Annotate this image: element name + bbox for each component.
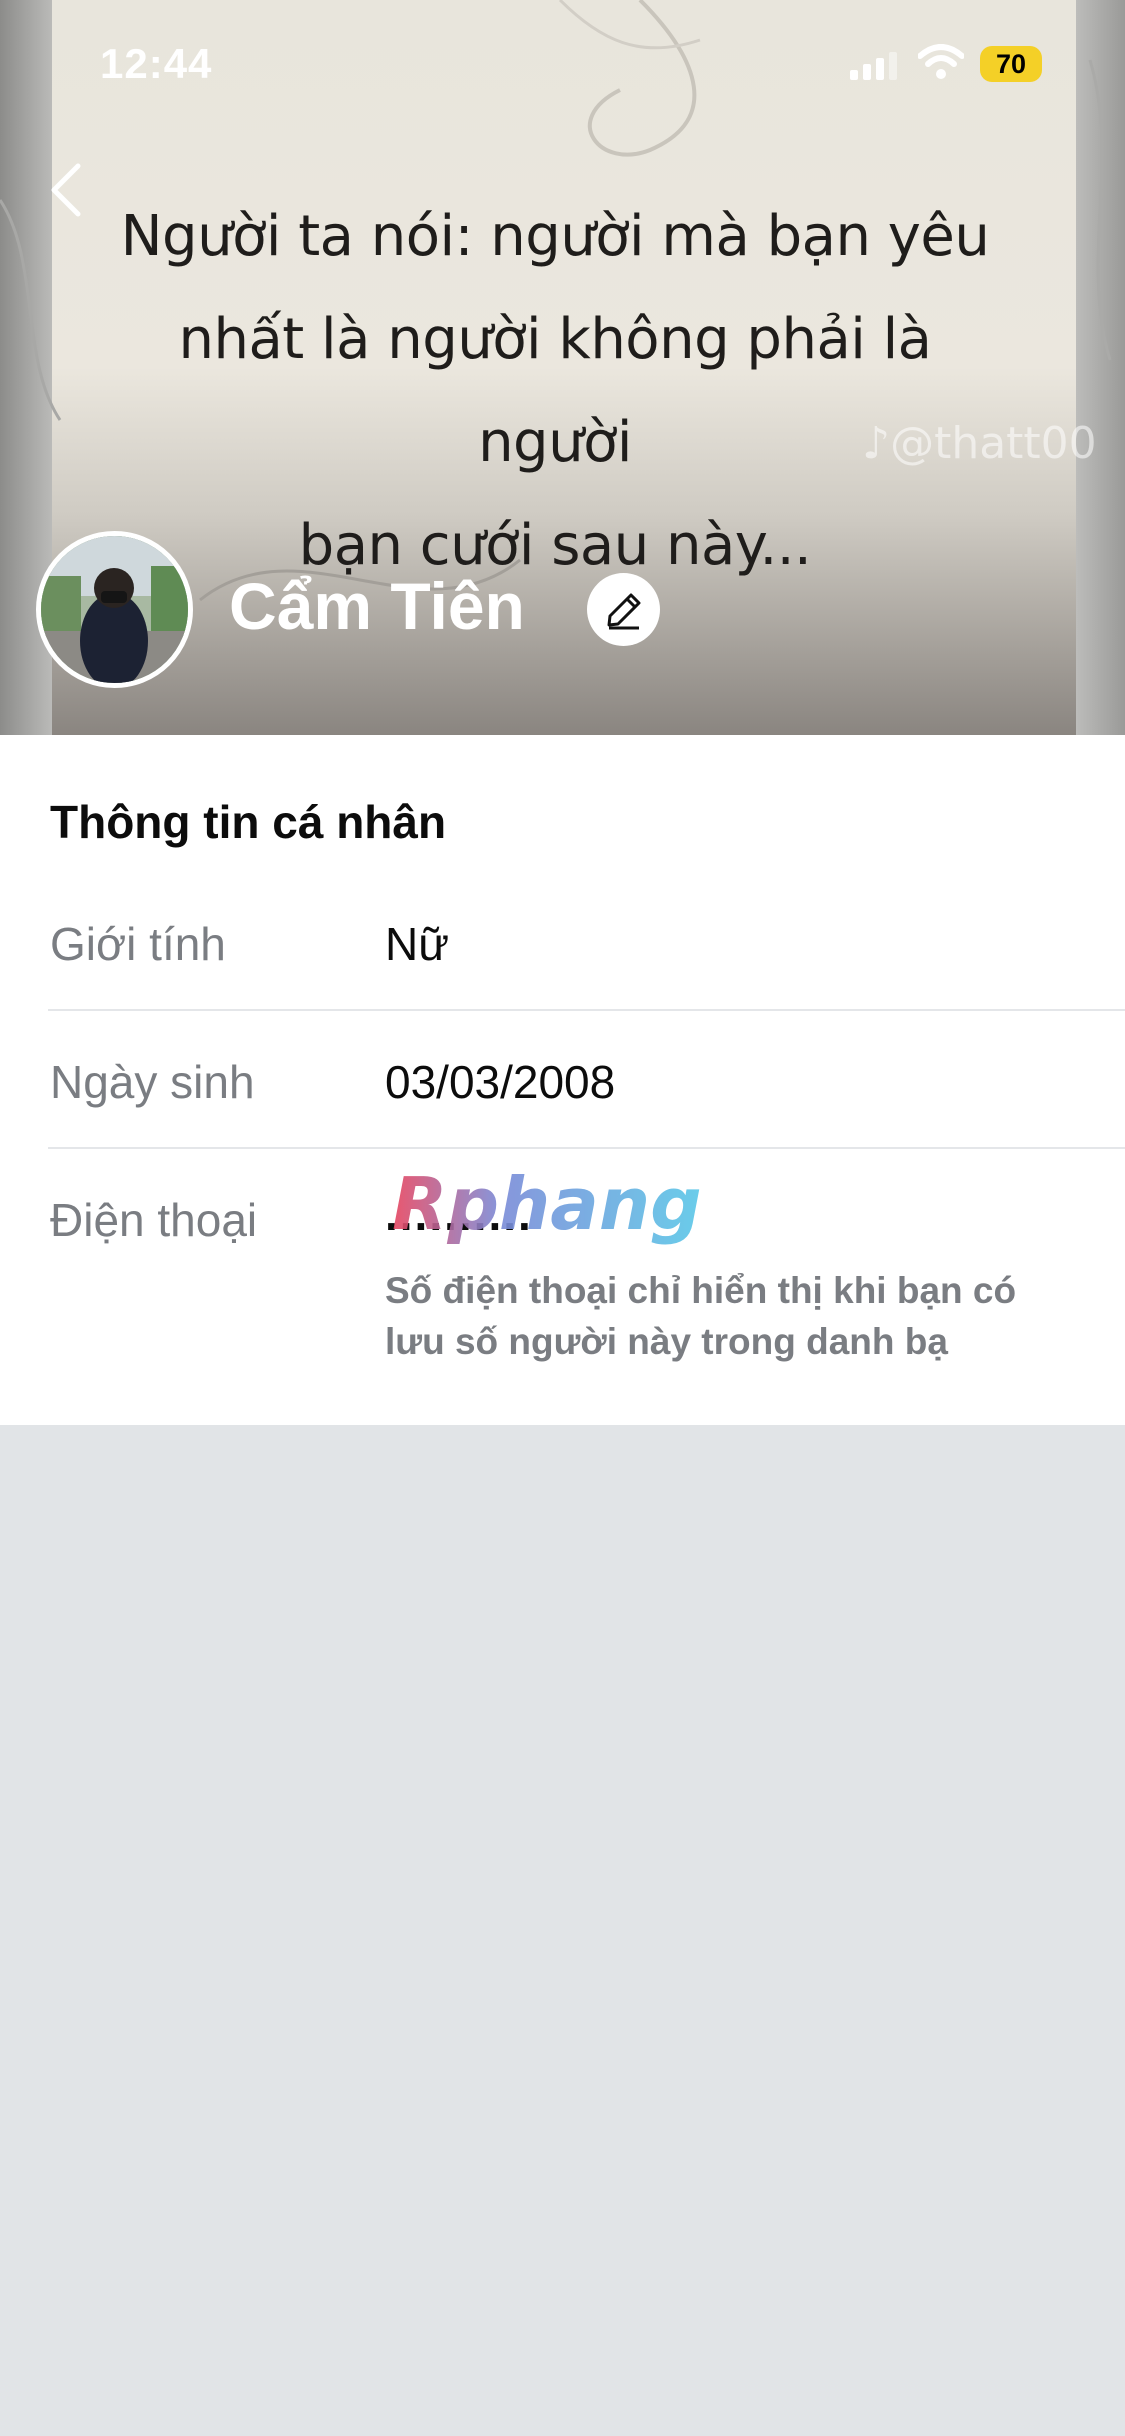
gender-label: Giới tính	[50, 918, 226, 970]
avatar-photo	[41, 536, 188, 683]
cover-quote: Người ta nói: người mà bạn yêu nhất là n…	[105, 185, 1005, 597]
back-chevron-icon[interactable]	[46, 160, 86, 220]
signal-icon	[850, 52, 897, 80]
status-time: 12:44	[100, 40, 213, 87]
empty-background	[0, 1425, 1125, 2436]
wifi-icon	[918, 44, 964, 79]
gender-value: Nữ	[385, 918, 450, 970]
status-bar: 12:44 70	[0, 0, 1125, 130]
pencil-icon	[607, 593, 640, 629]
birthday-label: Ngày sinh	[50, 1056, 255, 1108]
rphang-watermark-logo: Rphang	[392, 1167, 702, 1246]
phone-label: Điện thoại	[50, 1194, 258, 1246]
phone-note: Số điện thoại chỉ hiển thị khi bạn có lư…	[385, 1270, 1017, 1362]
cover-quote-line: Người ta nói: người mà bạn yêu	[120, 204, 990, 269]
profile-name: Cẩm Tiên	[229, 569, 525, 643]
cover-watermark: ♪@thatt00	[862, 418, 1097, 469]
divider	[48, 1009, 1125, 1011]
personal-info-panel: Thông tin cá nhân Giới tính Nữ Ngày sinh…	[0, 735, 1125, 1425]
birthday-value: 03/03/2008	[385, 1056, 616, 1108]
section-title: Thông tin cá nhân	[50, 796, 447, 848]
battery-icon: 70	[980, 46, 1042, 82]
edit-name-button[interactable]	[587, 573, 660, 646]
avatar[interactable]	[36, 531, 193, 688]
divider	[48, 1147, 1125, 1149]
svg-text:Rphang: Rphang	[392, 1167, 702, 1246]
